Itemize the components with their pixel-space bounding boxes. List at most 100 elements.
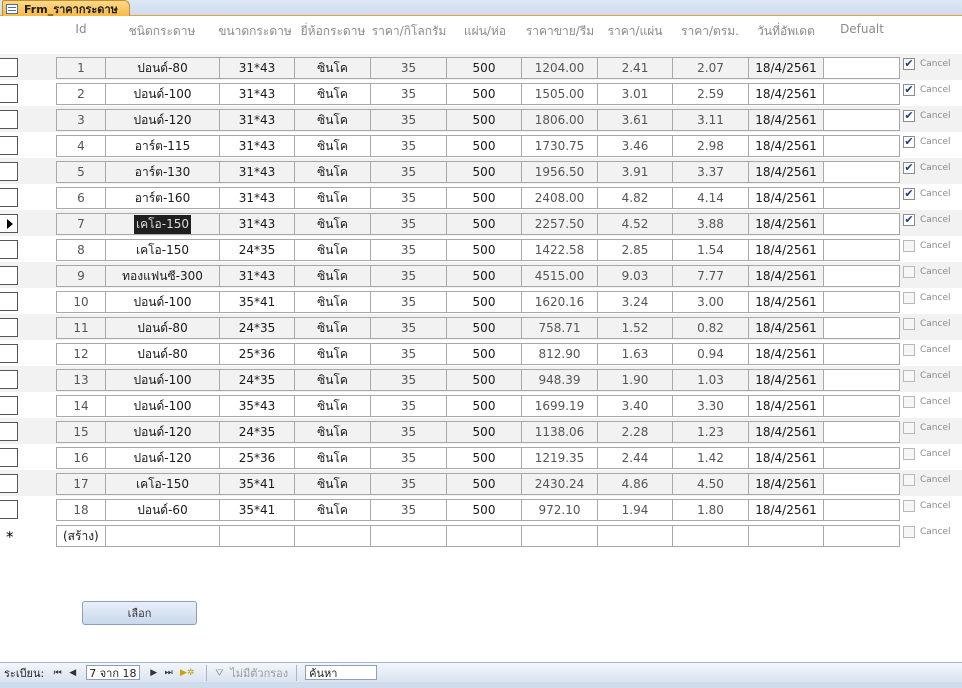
cell-type[interactable]: เคโอ-150 [105,213,220,235]
cell-default[interactable] [823,135,900,157]
new-cell-type[interactable] [105,525,220,547]
table-row[interactable]: 7 เคโอ-150 31*43 ซินโค 35 500 2257.50 4.52 3.88 1… [0,210,962,236]
cell-price-ream[interactable]: 1422.58 [521,239,598,261]
cell-price-ream[interactable]: 758.71 [521,317,598,339]
cell-price-ream[interactable]: 1730.75 [521,135,598,157]
cell-type[interactable]: ปอนด์-120 [105,109,220,131]
cell-type[interactable]: เคโอ-150 [105,239,220,261]
cell-updated[interactable]: 18/4/2561 [748,239,824,261]
row-selector[interactable] [0,136,18,155]
cell-sheets[interactable]: 500 [446,447,522,469]
filter-toggle[interactable]: ⛛ ไม่มีตัวกรอง [215,664,288,682]
cancel-checkbox[interactable]: ✔ [903,188,915,200]
row-selector[interactable] [0,188,18,207]
cell-size[interactable]: 24*35 [219,317,295,339]
cell-price-sheet[interactable]: 1.90 [597,369,673,391]
cell-price-kg[interactable]: 35 [370,499,447,521]
table-row[interactable]: 9 ทองแฟนซี-300 31*43 ซินโค 35 500 4515.00 9.03 7… [0,262,962,288]
row-selector[interactable]: * [0,526,18,546]
cell-id[interactable]: 2 [56,83,106,105]
cell-default[interactable] [823,187,900,209]
cell-brand[interactable]: ซินโค [294,499,371,521]
cell-sheets[interactable]: 500 [446,421,522,443]
cell-brand[interactable]: ซินโค [294,473,371,495]
cell-price-ream[interactable]: 1956.50 [521,161,598,183]
cell-price-sheet[interactable]: 1.63 [597,343,673,365]
row-selector[interactable] [0,318,18,337]
cell-price-sqm[interactable]: 3.88 [672,213,749,235]
cell-size[interactable]: 31*43 [219,135,295,157]
row-selector[interactable] [0,110,18,129]
cancel-checkbox[interactable] [903,500,915,512]
cell-brand[interactable]: ซินโค [294,265,371,287]
cell-price-sheet[interactable]: 9.03 [597,265,673,287]
select-button[interactable]: เลือก [82,601,197,625]
cell-price-sqm[interactable]: 1.23 [672,421,749,443]
cell-price-sqm[interactable]: 1.80 [672,499,749,521]
cancel-checkbox[interactable] [903,292,915,304]
cell-price-kg[interactable]: 35 [370,369,447,391]
cell-updated[interactable]: 18/4/2561 [748,83,824,105]
cell-id[interactable]: 10 [56,291,106,313]
row-selector[interactable] [0,240,18,259]
cell-price-sheet[interactable]: 3.46 [597,135,673,157]
cell-price-sheet[interactable]: 3.24 [597,291,673,313]
current-record-indicator[interactable] [0,214,18,233]
cell-id[interactable]: 13 [56,369,106,391]
cell-price-sqm[interactable]: 3.30 [672,395,749,417]
cell-price-sheet[interactable]: 1.52 [597,317,673,339]
cell-updated[interactable]: 18/4/2561 [748,447,824,469]
cancel-checkbox[interactable]: ✔ [903,214,915,226]
cell-type[interactable]: ปอนด์-100 [105,83,220,105]
cell-price-sheet[interactable]: 4.52 [597,213,673,235]
cancel-checkbox[interactable] [903,526,915,538]
cancel-checkbox[interactable]: ✔ [903,58,915,70]
cell-sheets[interactable]: 500 [446,135,522,157]
cell-price-kg[interactable]: 35 [370,239,447,261]
cell-price-kg[interactable]: 35 [370,187,447,209]
cell-brand[interactable]: ซินโค [294,161,371,183]
table-row[interactable]: 13 ปอนด์-100 24*35 ซินโค 35 500 948.39 1.90 1.03… [0,366,962,392]
cell-size[interactable]: 31*43 [219,265,295,287]
cell-size[interactable]: 31*43 [219,161,295,183]
cell-default[interactable] [823,499,900,521]
cell-id[interactable]: 18 [56,499,106,521]
cell-price-ream[interactable]: 1699.19 [521,395,598,417]
cell-default[interactable] [823,317,900,339]
cell-default[interactable] [823,447,900,469]
cell-brand[interactable]: ซินโค [294,239,371,261]
cell-price-sqm[interactable]: 3.37 [672,161,749,183]
cell-id[interactable]: 6 [56,187,106,209]
cell-brand[interactable]: ซินโค [294,291,371,313]
cell-price-kg[interactable]: 35 [370,83,447,105]
cell-brand[interactable]: ซินโค [294,83,371,105]
cell-size[interactable]: 24*35 [219,369,295,391]
cell-sheets[interactable]: 500 [446,291,522,313]
cell-updated[interactable]: 18/4/2561 [748,135,824,157]
cell-default[interactable] [823,57,900,79]
cell-updated[interactable]: 18/4/2561 [748,421,824,443]
cell-default[interactable] [823,343,900,365]
cell-price-sheet[interactable]: 3.40 [597,395,673,417]
cell-updated[interactable]: 18/4/2561 [748,187,824,209]
table-row[interactable]: 11 ปอนด์-80 24*35 ซินโค 35 500 758.71 1.52 0.82 1… [0,314,962,340]
cell-size[interactable]: 24*35 [219,421,295,443]
cell-price-sqm[interactable]: 1.03 [672,369,749,391]
cell-price-kg[interactable]: 35 [370,109,447,131]
table-row[interactable]: 6 อาร์ต-160 31*43 ซินโค 35 500 2408.00 4.82 4.14… [0,184,962,210]
cell-size[interactable]: 24*35 [219,239,295,261]
cell-sheets[interactable]: 500 [446,161,522,183]
cell-default[interactable] [823,161,900,183]
cell-default[interactable] [823,239,900,261]
new-cell-updated[interactable] [748,525,824,547]
cell-price-kg[interactable]: 35 [370,213,447,235]
cell-default[interactable] [823,473,900,495]
row-selector[interactable] [0,266,18,285]
cell-brand[interactable]: ซินโค [294,57,371,79]
cell-price-sheet[interactable]: 3.61 [597,109,673,131]
next-record-button[interactable]: ▶ [148,666,159,680]
cell-size[interactable]: 35*41 [219,473,295,495]
cell-price-sqm[interactable]: 7.77 [672,265,749,287]
new-cell-size[interactable] [219,525,295,547]
cell-sheets[interactable]: 500 [446,395,522,417]
